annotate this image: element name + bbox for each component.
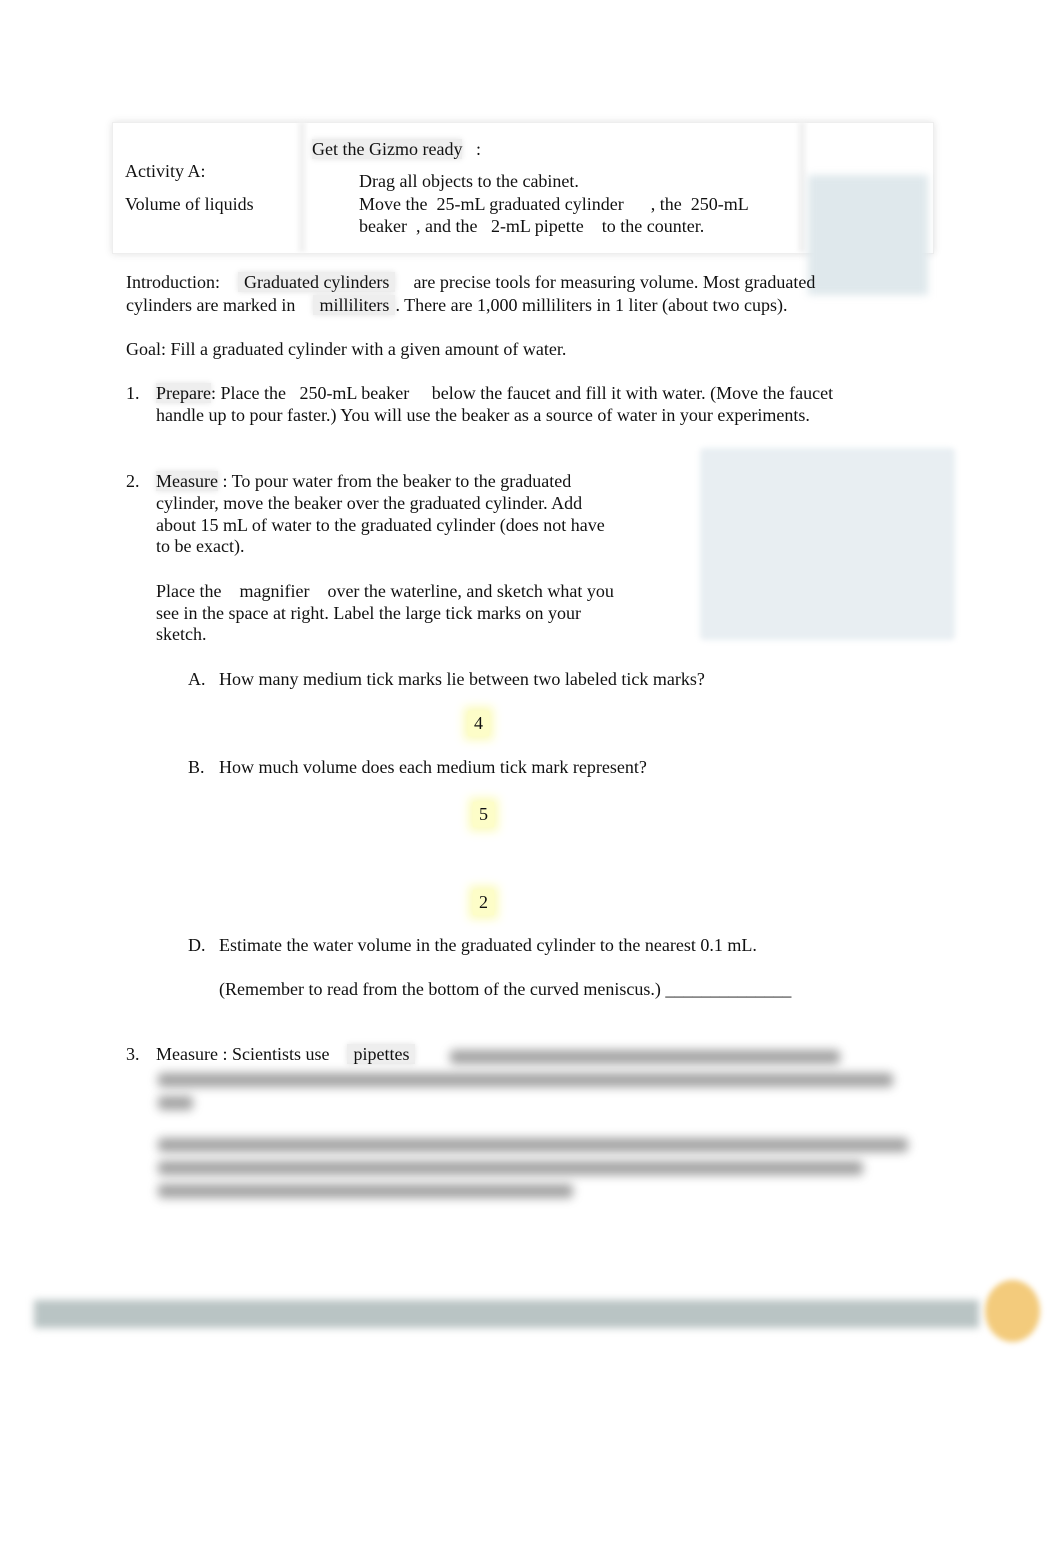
step-2: Move the 25-mL graduated cylinder , the … <box>359 194 749 214</box>
term-pipettes: pipettes <box>347 1044 416 1064</box>
q2d-label: D. <box>188 935 206 955</box>
q2a-answer: 4 <box>468 711 489 736</box>
q1-line-1: Prepare: Place the 250-mL beaker below t… <box>156 383 833 404</box>
q2-line: cylinder, move the beaker over the gradu… <box>156 493 583 513</box>
term-graduated-cylinders: Graduated cylinders <box>237 272 396 292</box>
q2-line: about 15 mL of water to the graduated cy… <box>156 515 605 535</box>
divider <box>298 122 306 252</box>
q1-number: 1. <box>126 383 140 403</box>
q3-text: : Scientists use <box>222 1044 330 1064</box>
step-2-cont: beaker , and the 2-mL pipette to the cou… <box>359 216 705 236</box>
q2b-label: B. <box>188 757 205 777</box>
divider <box>798 122 806 252</box>
page-badge <box>985 1280 1040 1342</box>
q3-line-1: Measure : Scientists use pipettes <box>156 1044 416 1065</box>
intro-label: Introduction: <box>126 272 220 292</box>
goal: Goal: Fill a graduated cylinder with a g… <box>126 339 567 359</box>
intro-text: are precise tools for measuring volume. … <box>413 272 816 292</box>
q2-line: Place the magnifier over the waterline, … <box>156 581 614 601</box>
blurred-text <box>158 1138 908 1152</box>
q2-line: to be exact). <box>156 536 245 556</box>
term-prepare: Prepare <box>156 383 211 403</box>
q3-number: 3. <box>126 1044 140 1064</box>
ready-label: Get the Gizmo ready <box>312 139 463 159</box>
q2d-question: Estimate the water volume in the graduat… <box>219 935 757 955</box>
blurred-text <box>158 1073 893 1087</box>
blurred-text <box>158 1096 193 1110</box>
q2-number: 2. <box>126 471 140 491</box>
document-page: Activity A: Volume of liquids Get the Gi… <box>0 0 1062 1561</box>
q2d-answer-line: (Remember to read from the bottom of the… <box>219 979 792 999</box>
ready-colon: : <box>475 139 481 159</box>
gizmo-thumbnail <box>808 175 928 295</box>
q2b-answer: 5 <box>473 802 494 827</box>
intro-text: . There are 1,000 milliliters in 1 liter… <box>395 295 788 315</box>
blurred-text <box>158 1184 573 1198</box>
ready-heading: Get the Gizmo ready : <box>312 139 481 160</box>
intro-line-1: Introduction: Graduated cylinders are pr… <box>126 272 815 293</box>
blurred-text <box>158 1161 863 1175</box>
intro-line-2: cylinders are marked in milliliters. The… <box>126 295 788 316</box>
footer-bar <box>34 1300 979 1328</box>
q2-line: see in the space at right. Label the lar… <box>156 603 582 623</box>
activity-label: Activity A: <box>125 161 206 181</box>
q2a-label: A. <box>188 669 206 689</box>
q2-text: : To pour water from the beaker to the g… <box>222 471 572 491</box>
term-milliliters: milliliters <box>313 295 396 315</box>
term-measure: Measure <box>156 471 218 491</box>
intro-text: cylinders are marked in <box>126 295 296 315</box>
q2-line: sketch. <box>156 624 207 644</box>
activity-title: Volume of liquids <box>125 194 254 214</box>
q2c-answer: 2 <box>473 890 494 915</box>
step-1: Drag all objects to the cabinet. <box>359 171 579 191</box>
q2b-question: How much volume does each medium tick ma… <box>219 757 647 777</box>
term-measure: Measure <box>156 1044 218 1064</box>
q2a-question: How many medium tick marks lie between t… <box>219 669 705 689</box>
blurred-text <box>450 1050 840 1064</box>
q1-text: : Place the 250-mL beaker below the fauc… <box>210 383 834 403</box>
gizmo-screenshot <box>700 448 955 640</box>
q2-line-1: Measure : To pour water from the beaker … <box>156 471 571 492</box>
q1-line-2: handle up to pour faster.) You will use … <box>156 405 810 425</box>
